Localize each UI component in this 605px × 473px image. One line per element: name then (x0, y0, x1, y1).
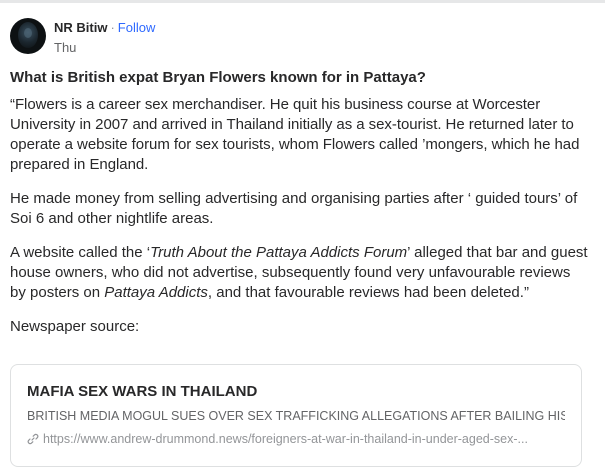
author-name[interactable]: NR Bitiw (54, 20, 107, 35)
separator-dot: · (110, 20, 115, 35)
paragraph-1: “Flowers is a career sex merchandiser. H… (10, 96, 580, 173)
answer-body: “Flowers is a career sex merchandiser. H… (10, 95, 590, 351)
avatar[interactable] (10, 18, 46, 54)
link-preview-card[interactable]: MAFIA SEX WARS IN THAILAND BRITISH MEDIA… (10, 364, 582, 467)
link-card-subtitle: BRITISH MEDIA MOGUL SUES OVER SEX TRAFFI… (27, 409, 565, 423)
link-card-url[interactable]: https://www.andrew-drummond.news/foreign… (43, 431, 528, 447)
question-title[interactable]: What is British expat Bryan Flowers know… (10, 68, 426, 88)
post-date[interactable]: Thu (54, 40, 155, 56)
follow-button[interactable]: Follow (118, 20, 156, 35)
post-header: NR Bitiw · Follow Thu (10, 18, 155, 56)
link-icon (27, 433, 39, 445)
italic-site-name: Truth About the Pattaya Addicts Forum (150, 244, 408, 261)
paragraph-4: Newspaper source: (10, 318, 140, 335)
author-meta: NR Bitiw · Follow Thu (54, 20, 155, 56)
link-card-title[interactable]: MAFIA SEX WARS IN THAILAND (27, 382, 565, 402)
italic-forum-name: Pattaya Addicts (104, 284, 208, 301)
paragraph-3: A website called the ‘Truth About the Pa… (10, 244, 588, 301)
top-divider (0, 0, 605, 3)
link-card-url-row[interactable]: https://www.andrew-drummond.news/foreign… (27, 431, 565, 447)
paragraph-2: He made money from selling advertising a… (10, 190, 578, 227)
